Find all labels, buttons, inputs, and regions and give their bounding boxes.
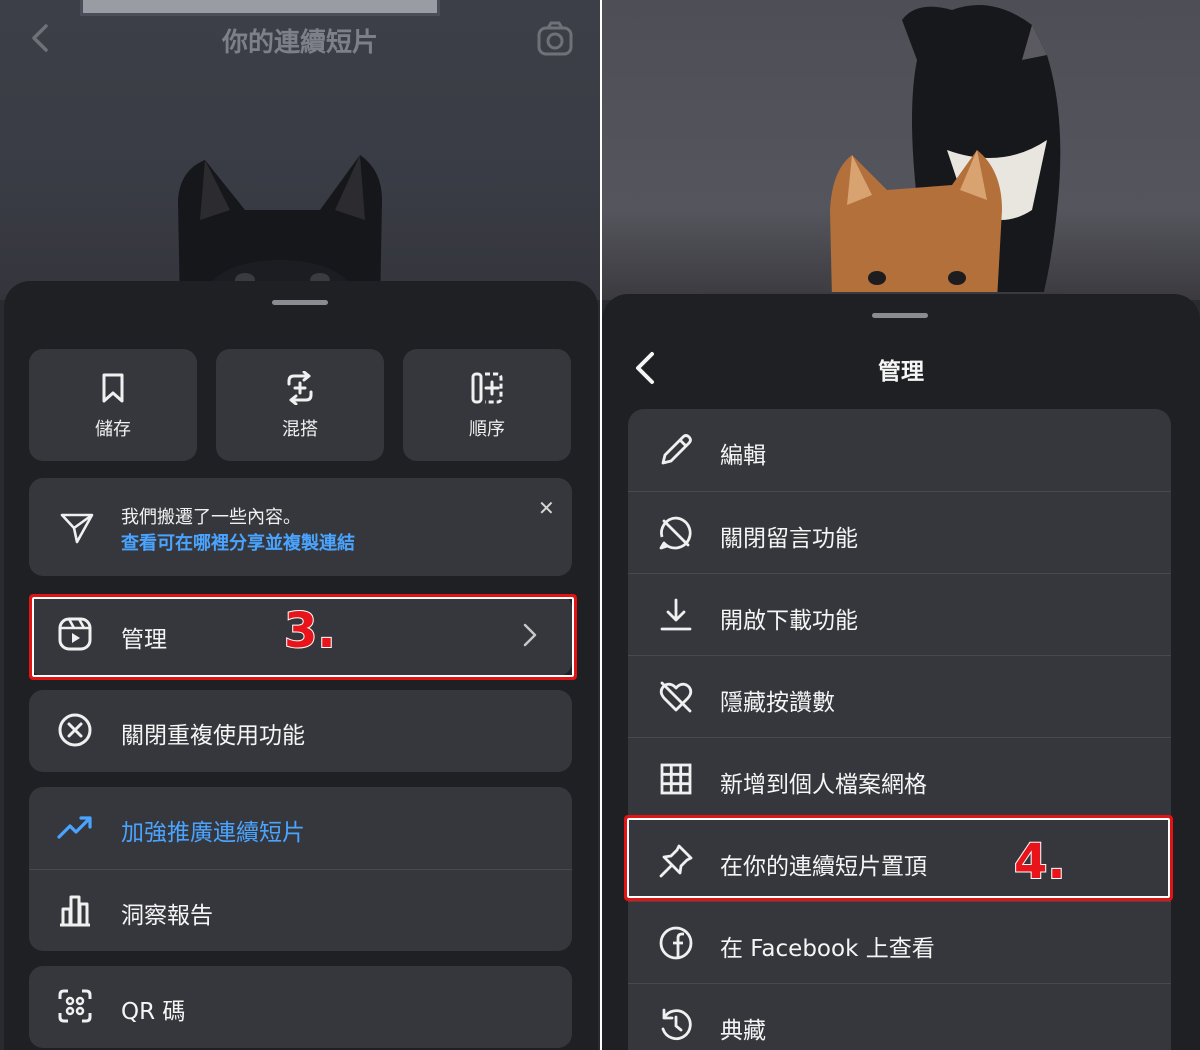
hide-likes-label: 隱藏按讚數 (720, 690, 835, 716)
remix-icon (287, 371, 313, 405)
archive-label: 典藏 (720, 1018, 766, 1044)
comment-off-label: 關閉留言功能 (720, 526, 858, 552)
disable-reuse-label: 關閉重複使用功能 (121, 723, 305, 749)
archive-item[interactable]: 典藏 (628, 983, 1171, 1050)
add-to-grid-label: 新增到個人檔案網格 (720, 772, 927, 798)
right-screen: 管理 編輯 關閉留言功能 開啟下載功能 隱藏按讚數 新增到個人檔案網格 在你的連… (602, 0, 1200, 1050)
qr-menu-card: QR 碼 (29, 966, 572, 1048)
sequence-button[interactable]: 順序 (403, 349, 571, 461)
manage-sheet: 管理 編輯 關閉留言功能 開啟下載功能 隱藏按讚數 新增到個人檔案網格 在你的連… (602, 294, 1200, 1050)
bookmark-icon (102, 373, 124, 403)
pencil-icon (661, 434, 692, 465)
remix-label: 混搭 (282, 419, 318, 440)
facebook-icon (659, 926, 693, 960)
sheet-drag-handle[interactable] (272, 300, 328, 305)
trending-up-icon (57, 816, 92, 839)
close-icon[interactable]: ✕ (538, 496, 555, 520)
bar-chart-icon (60, 895, 90, 927)
manage-menu: 編輯 關閉留言功能 開啟下載功能 隱藏按讚數 新增到個人檔案網格 在你的連續短片… (628, 409, 1171, 1050)
comment-off-item[interactable]: 關閉留言功能 (628, 491, 1171, 573)
hide-likes-item[interactable]: 隱藏按讚數 (628, 655, 1171, 737)
left-screen: 你的連續短片 儲存 混搭 順序 我們搬遷了一些內容。 查看可在哪裡分享並複製連結… (0, 0, 600, 1050)
remix-button[interactable]: 混搭 (216, 349, 384, 461)
qr-code-icon (58, 989, 92, 1023)
promo-menu-card: 加強推廣連續短片 洞察報告 (29, 787, 572, 951)
highlight-box (624, 815, 1173, 901)
facebook-item[interactable]: 在 Facebook 上查看 (628, 901, 1171, 983)
notice-text: 我們搬遷了一些內容。 (121, 507, 301, 528)
page-title: 你的連續短片 (221, 28, 378, 58)
heart-off-icon (659, 681, 693, 713)
download-icon (660, 598, 692, 631)
reuse-menu-card: 關閉重複使用功能 (29, 690, 572, 772)
download-item[interactable]: 開啟下載功能 (628, 573, 1171, 655)
boost-label: 加強推廣連續短片 (121, 820, 305, 846)
notice-link[interactable]: 查看可在哪裡分享並複製連結 (121, 529, 355, 555)
boost-item[interactable]: 加強推廣連續短片 (29, 787, 572, 868)
step-marker: 4. (1013, 833, 1067, 891)
dog-image (702, 5, 1062, 300)
qr-label: QR 碼 (121, 999, 186, 1025)
step-marker: 3. (283, 602, 337, 660)
grid-icon (660, 763, 692, 795)
facebook-label: 在 Facebook 上查看 (720, 936, 935, 962)
archive-icon (661, 1008, 692, 1041)
sheet-drag-handle[interactable] (872, 313, 928, 318)
qr-item[interactable]: QR 碼 (29, 966, 572, 1047)
top-bar: 你的連續短片 (0, 10, 600, 66)
comment-off-icon (659, 516, 692, 550)
save-label: 儲存 (95, 419, 131, 440)
add-to-grid-item[interactable]: 新增到個人檔案網格 (628, 737, 1171, 819)
disable-reuse-item[interactable]: 關閉重複使用功能 (29, 690, 572, 771)
insights-item[interactable]: 洞察報告 (29, 869, 572, 950)
notice-card: 我們搬遷了一些內容。 查看可在哪裡分享並複製連結 ✕ (29, 478, 572, 576)
insights-label: 洞察報告 (121, 903, 213, 929)
sheet-title: 管理 (878, 359, 924, 385)
edit-label: 編輯 (720, 443, 766, 469)
save-button[interactable]: 儲存 (29, 349, 197, 461)
send-icon (60, 513, 94, 544)
edit-item[interactable]: 編輯 (628, 409, 1171, 491)
sequence-icon (471, 372, 503, 404)
camera-icon[interactable] (534, 18, 576, 60)
download-label: 開啟下載功能 (720, 608, 858, 634)
sequence-label: 順序 (469, 419, 505, 440)
circle-x-icon (58, 713, 92, 747)
